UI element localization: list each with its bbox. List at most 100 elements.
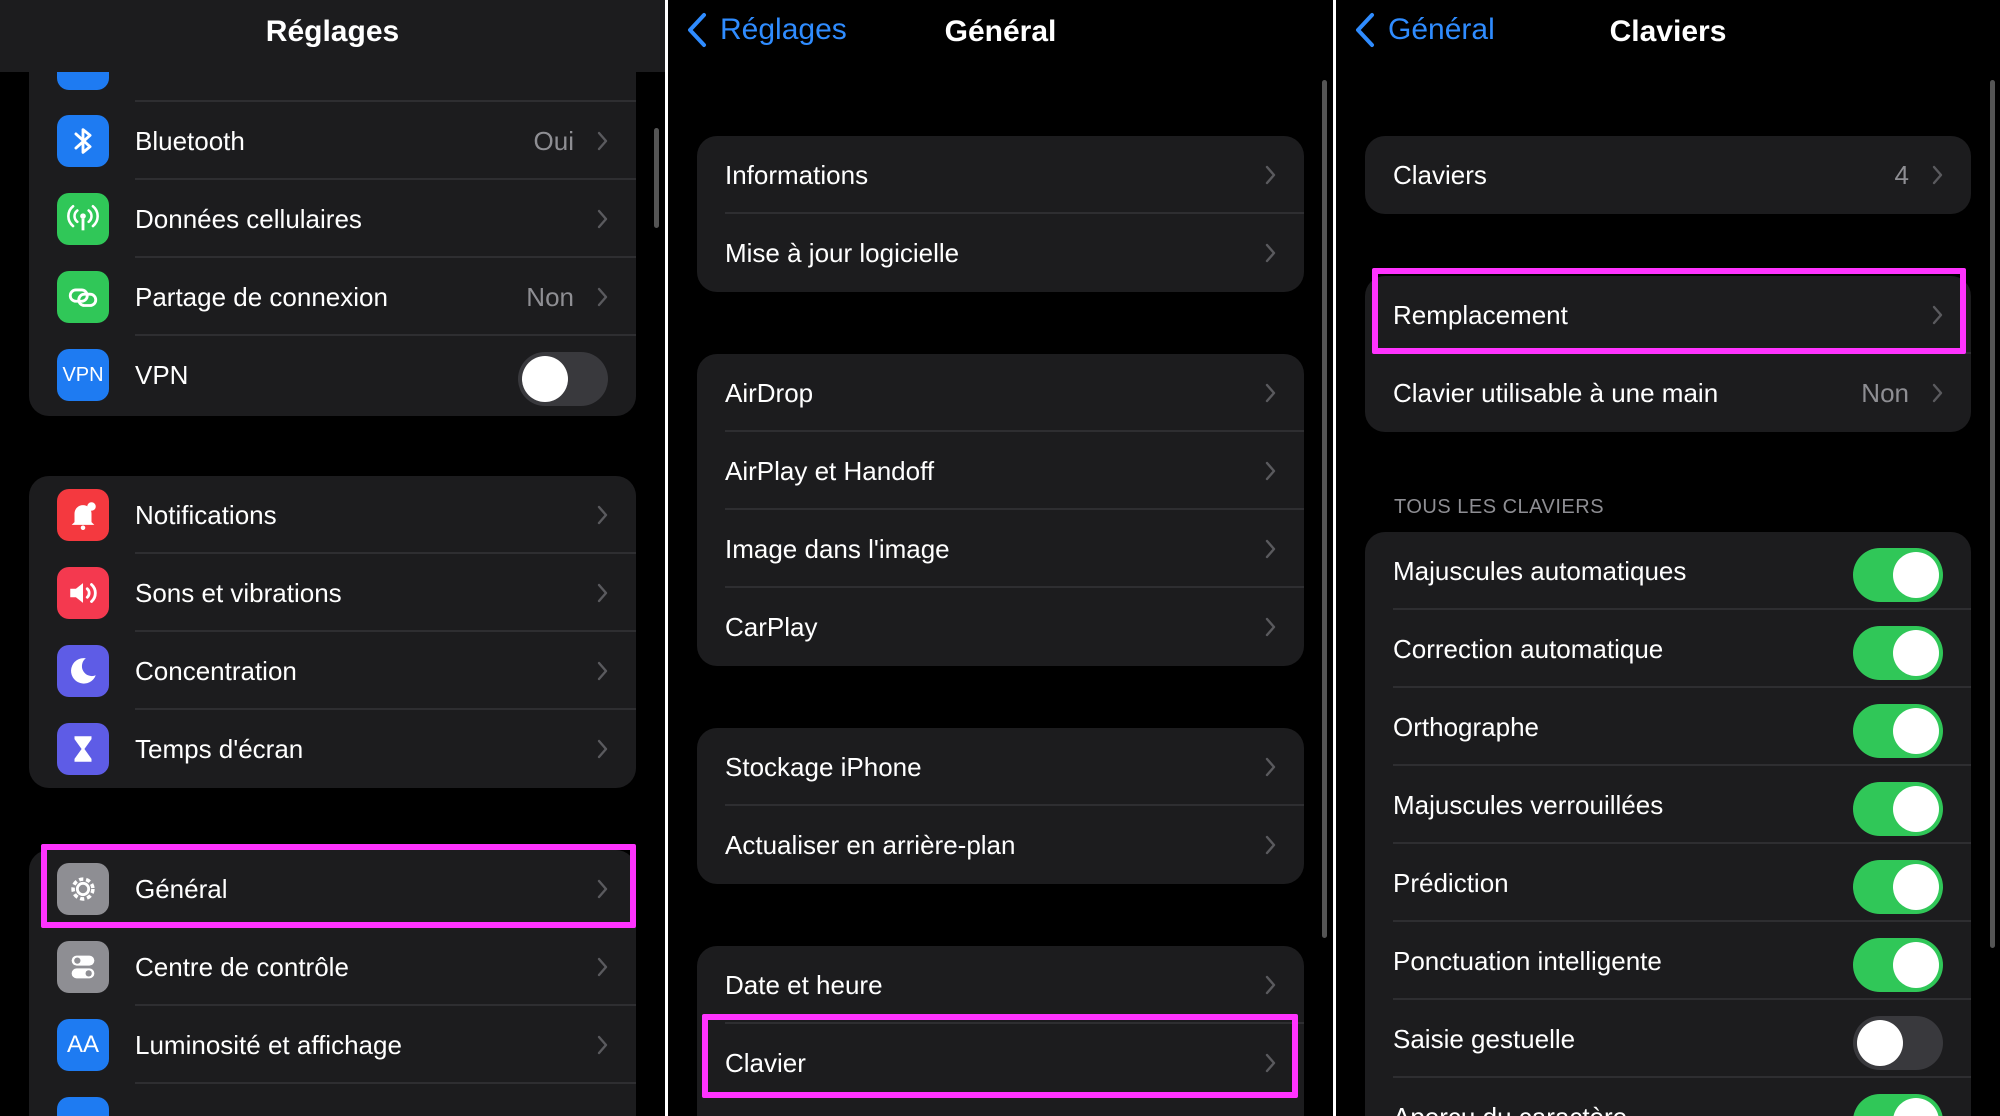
page-title: Général [944, 15, 1057, 48]
general-row-carplay[interactable]: CarPlay [697, 588, 1304, 666]
row-label: Majuscules verrouillées [1393, 789, 1664, 820]
row-label: CarPlay [725, 611, 818, 642]
chevron-right-icon [597, 739, 608, 759]
toggle-row-spelling: Orthographe [1365, 688, 1971, 766]
toggle-row-auto-caps: Majuscules automatiques [1365, 532, 1971, 610]
airdrop-group: AirDrop AirPlay et Handoff Image dans l'… [697, 354, 1304, 666]
switches-icon [57, 941, 109, 993]
antenna-icon [57, 193, 109, 245]
scrollbar[interactable] [1990, 80, 1995, 948]
chevron-right-icon [597, 583, 608, 603]
chevron-right-icon [597, 879, 608, 899]
notifications-group: Notifications Sons et vibrations Concent… [29, 476, 636, 788]
chevron-right-icon [1932, 383, 1943, 403]
app-icon [57, 1097, 109, 1116]
scrollbar[interactable] [654, 128, 659, 228]
toggle-row-caps-lock: Majuscules verrouillées [1365, 766, 1971, 844]
cut-off-row [29, 1084, 636, 1116]
general-row-keyboard[interactable]: Clavier [697, 1024, 1304, 1102]
hourglass-icon [57, 723, 109, 775]
settings-row-vpn[interactable]: VPN VPN [29, 336, 636, 414]
keyboards-group: Claviers 4 [1365, 136, 1971, 214]
chevron-right-icon [1932, 305, 1943, 325]
settings-row-bluetooth[interactable]: Bluetooth Oui [29, 102, 636, 180]
keyboards-row-one-handed[interactable]: Clavier utilisable à une main Non [1365, 354, 1971, 432]
row-label: Claviers [1393, 159, 1487, 190]
bell-icon [57, 489, 109, 541]
about-group: Informations Mise à jour logicielle [697, 136, 1304, 292]
smart-punctuation-toggle[interactable] [1853, 938, 1943, 992]
autocorrect-toggle[interactable] [1853, 626, 1943, 680]
settings-row-control-center[interactable]: Centre de contrôle [29, 928, 636, 1006]
row-label: Informations [725, 159, 869, 190]
row-label: Mise à jour logicielle [725, 237, 960, 268]
chevron-right-icon [1265, 835, 1276, 855]
row-label: Correction automatique [1393, 633, 1664, 664]
swipe-typing-toggle[interactable] [1853, 1016, 1943, 1070]
keyboards-row-replacement[interactable]: Remplacement [1365, 276, 1971, 354]
section-header: TOUS LES CLAVIERS [1394, 496, 1605, 518]
toggle-row-smart-punctuation: Ponctuation intelligente [1365, 922, 1971, 1000]
settings-row-hotspot[interactable]: Partage de connexion Non [29, 258, 636, 336]
row-label: Ponctuation intelligente [1393, 945, 1662, 976]
general-row-background-refresh[interactable]: Actualiser en arrière-plan [697, 806, 1304, 884]
chevron-right-icon [1265, 461, 1276, 481]
one-handed-status: Non [1861, 377, 1909, 408]
row-label: Luminosité et affichage [135, 1029, 402, 1060]
settings-row-general[interactable]: Général [29, 850, 636, 928]
row-label: Notifications [135, 499, 277, 530]
text-size-icon: AA [57, 1019, 109, 1071]
row-label: Temps d'écran [135, 733, 304, 764]
chevron-right-icon [597, 505, 608, 525]
row-label: Général [135, 873, 228, 904]
settings-row-notifications[interactable]: Notifications [29, 476, 636, 554]
row-label: Stockage iPhone [725, 751, 922, 782]
row-label: Aperçu du caractère [1393, 1102, 1627, 1116]
character-preview-toggle[interactable] [1853, 1094, 1943, 1116]
all-keyboards-group: Majuscules automatiques Correction autom… [1365, 532, 1971, 1116]
general-group: Général Centre de contrôle AA Luminosité… [29, 850, 636, 1116]
row-label: Concentration [135, 655, 297, 686]
general-panel: Réglages Général Informations Mise à jou… [668, 0, 1333, 1116]
vpn-icon: VPN [57, 349, 109, 401]
vpn-toggle[interactable] [518, 352, 608, 406]
row-label: Image dans l'image [725, 533, 950, 564]
keyboards-panel: Général Claviers Claviers 4 Remplacement… [1336, 0, 2000, 1116]
replacement-group: Remplacement Clavier utilisable à une ma… [1365, 276, 1971, 432]
keyboards-count: 4 [1894, 159, 1909, 190]
general-row-informations[interactable]: Informations [697, 136, 1304, 214]
row-label: Clavier utilisable à une main [1393, 377, 1719, 408]
chevron-right-icon [1265, 975, 1276, 995]
chevron-right-icon [1265, 617, 1276, 637]
general-row-date-time[interactable]: Date et heure [697, 946, 1304, 1024]
spelling-toggle[interactable] [1853, 704, 1943, 758]
row-label: Centre de contrôle [135, 951, 349, 982]
settings-row-sounds[interactable]: Sons et vibrations [29, 554, 636, 632]
bluetooth-status: Oui [533, 125, 574, 156]
settings-row-screentime[interactable]: Temps d'écran [29, 710, 636, 788]
general-row-software-update[interactable]: Mise à jour logicielle [697, 214, 1304, 292]
auto-caps-toggle[interactable] [1853, 548, 1943, 602]
scrollbar[interactable] [1322, 80, 1327, 938]
caps-lock-toggle[interactable] [1853, 782, 1943, 836]
general-row-storage[interactable]: Stockage iPhone [697, 728, 1304, 806]
page-title: Réglages [265, 15, 400, 48]
general-row-airdrop[interactable]: AirDrop [697, 354, 1304, 432]
settings-row-cellular[interactable]: Données cellulaires [29, 180, 636, 258]
row-label: Sons et vibrations [135, 577, 342, 608]
predictive-toggle[interactable] [1853, 860, 1943, 914]
chevron-right-icon [597, 131, 608, 151]
chevron-right-icon [597, 287, 608, 307]
settings-row-display[interactable]: AA Luminosité et affichage [29, 1006, 636, 1084]
keyboards-row-list[interactable]: Claviers 4 [1365, 136, 1971, 214]
storage-group: Stockage iPhone Actualiser en arrière-pl… [697, 728, 1304, 884]
connectivity-group: Bluetooth Oui Données cellulaires Partag… [29, 40, 636, 416]
row-label: Orthographe [1393, 711, 1539, 742]
row-label: Remplacement [1393, 299, 1568, 330]
general-row-airplay[interactable]: AirPlay et Handoff [697, 432, 1304, 510]
row-label: Prédiction [1393, 867, 1509, 898]
chevron-right-icon [1265, 539, 1276, 559]
row-label: Données cellulaires [135, 203, 362, 234]
general-row-pip[interactable]: Image dans l'image [697, 510, 1304, 588]
settings-row-focus[interactable]: Concentration [29, 632, 636, 710]
